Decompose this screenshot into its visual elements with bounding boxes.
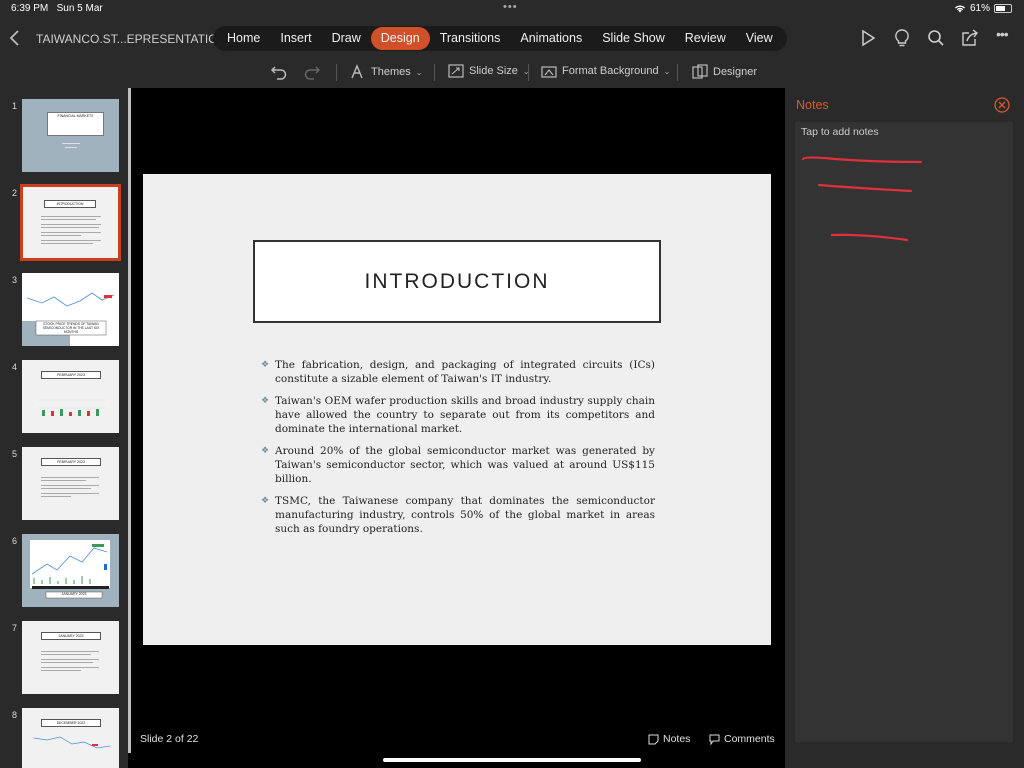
battery-percent: 61% (969, 3, 990, 14)
comment-icon (709, 734, 720, 745)
lightbulb-icon[interactable] (892, 28, 912, 48)
search-icon[interactable] (926, 28, 946, 48)
multitasking-dots-icon[interactable]: ••• (503, 1, 518, 13)
bullet-item: ❖ Taiwan's OEM wafer production skills an… (261, 395, 655, 435)
thumbnail-number: 2 (12, 188, 18, 198)
notes-text-area[interactable]: Tap to add notes (795, 122, 1013, 742)
slide-size-button[interactable]: Slide Size ⌄ (448, 64, 530, 78)
notes-header: Notes (796, 98, 829, 112)
designer-label: Designer (713, 66, 758, 78)
thumbnail-slide-1[interactable]: FINANCIAL MARKETS (22, 99, 119, 172)
tab-insert[interactable]: Insert (270, 27, 321, 50)
thumbnail-number: 1 (12, 101, 18, 111)
thumbnail-title: FEBRUARY 2023 (57, 460, 85, 464)
play-icon[interactable] (858, 28, 878, 48)
tab-review[interactable]: Review (675, 27, 736, 50)
thumbnail-slide-8[interactable]: DECEMBER 2022 (22, 708, 119, 768)
slide-size-label: Slide Size (469, 65, 518, 77)
redo-icon[interactable] (303, 63, 321, 81)
slide-title: INTRODUCTION (364, 269, 550, 293)
share-icon[interactable] (960, 28, 980, 48)
tab-design[interactable]: Design (370, 27, 430, 50)
status-bar: 6:39 PM Sun 5 Mar ••• 61% (0, 0, 1024, 18)
tab-home[interactable]: Home (217, 27, 270, 50)
comments-button-label: Comments (724, 733, 775, 745)
thumbnail-slide-6[interactable]: JANUARY 2023 (22, 534, 119, 607)
format-background-label: Format Background (562, 65, 659, 77)
document-name[interactable]: TAIWANCO.ST...EPRESENTATION (36, 32, 226, 46)
wifi-icon (955, 5, 965, 13)
comments-button[interactable]: Comments (709, 733, 775, 745)
ink-scribbles (801, 156, 923, 242)
thumbnail-number: 8 (12, 710, 18, 720)
thumbnail-chart (33, 736, 111, 749)
thumbnail-slide-2[interactable]: INTRODUCTION (20, 184, 121, 261)
thumbnail-number: 6 (12, 536, 18, 546)
bullet-diamond-icon: ❖ (261, 396, 270, 406)
bullet-diamond-icon: ❖ (261, 360, 270, 370)
thumbnail-title: INTRODUCTION (56, 202, 84, 206)
design-ribbon: Themes ⌄ Slide Size ⌄ Format Background ⌄ D… (0, 58, 1024, 88)
thumbnail-number: 7 (12, 623, 18, 633)
themes-label: Themes (371, 66, 411, 78)
designer-icon (692, 64, 708, 79)
status-right: 61% (954, 3, 1012, 14)
thumbnail-title: FEBRUARY 2023 (57, 373, 85, 377)
undo-icon[interactable] (270, 63, 288, 81)
tab-slide-show[interactable]: Slide Show (592, 27, 675, 50)
bullet-item: ❖ The fabrication, design, and packaging … (261, 359, 655, 385)
thumbnail-chart (22, 534, 119, 607)
battery-icon (994, 4, 1012, 13)
tab-animations[interactable]: Animations (510, 27, 592, 50)
home-indicator[interactable] (383, 758, 641, 762)
format-background-icon (541, 66, 557, 78)
bullet-diamond-icon: ❖ (261, 446, 270, 456)
notes-icon (648, 734, 659, 744)
notes-button[interactable]: Notes (648, 733, 690, 745)
back-icon[interactable] (8, 28, 22, 48)
thumbnail-slide-3[interactable]: STOCK PRICE TRENDS OF TAIWAN SEMICONDUCT… (22, 273, 119, 346)
slide-thumbnail-panel: 1 FINANCIAL MARKETS 2 INTRODUCTION 3 STO… (0, 88, 128, 768)
slide-counter: Slide 2 of 22 (140, 733, 199, 745)
themes-icon (351, 64, 363, 79)
thumbnail-number: 4 (12, 362, 18, 372)
thumbnail-slide-7[interactable]: JANUARY 2023 (22, 621, 119, 694)
thumbnail-stock-chart (22, 273, 119, 346)
bullet-item: ❖ Around 20% of the global semiconductor … (261, 445, 655, 485)
more-options-icon[interactable]: ••• (996, 26, 1016, 46)
thumbnail-title: JANUARY 2023 (61, 592, 87, 596)
thumbnail-number: 5 (12, 449, 18, 459)
notes-button-label: Notes (663, 733, 691, 745)
thumbnail-slide-5[interactable]: FEBRUARY 2023 (22, 447, 119, 520)
slide-bullet-list[interactable]: ❖ The fabrication, design, and packaging … (261, 358, 655, 544)
themes-button[interactable]: Themes ⌄ (350, 64, 422, 80)
tab-transitions[interactable]: Transitions (430, 27, 511, 50)
status-time: 6:39 PM Sun 5 Mar (11, 3, 103, 14)
bullet-item: ❖ TSMC, the Taiwanese company that domina… (261, 495, 655, 535)
close-notes-icon[interactable] (994, 97, 1010, 113)
thumbnail-title: STOCK PRICE TRENDS OF TAIWAN SEMICONDUCT… (42, 322, 100, 335)
format-background-button[interactable]: Format Background ⌄ (541, 64, 670, 78)
ribbon-tabs: Home Insert Draw Design Transitions Anim… (213, 26, 787, 51)
thumbnail-title: DECEMBER 2022 (56, 721, 86, 725)
tab-draw[interactable]: Draw (322, 27, 371, 50)
notes-pane: Notes Tap to add notes (785, 88, 1024, 768)
thumbnail-slide-4[interactable]: FEBRUARY 2023 (22, 360, 119, 433)
top-toolbar: TAIWANCO.ST...EPRESENTATION Home Insert … (0, 18, 1024, 58)
tab-view[interactable]: View (736, 27, 783, 50)
thumbnail-chart (39, 399, 105, 416)
current-slide[interactable]: INTRODUCTION ❖ The fabrication, design, a… (143, 174, 771, 645)
slide-title-box[interactable]: INTRODUCTION (253, 240, 661, 323)
thumbnail-number: 3 (12, 275, 18, 285)
bullet-diamond-icon: ❖ (261, 496, 270, 506)
thumbnail-title: FINANCIAL MARKETS (57, 114, 94, 118)
designer-button[interactable]: Designer (692, 64, 757, 80)
thumbnail-title: JANUARY 2023 (58, 634, 84, 638)
slide-size-icon (448, 64, 464, 78)
